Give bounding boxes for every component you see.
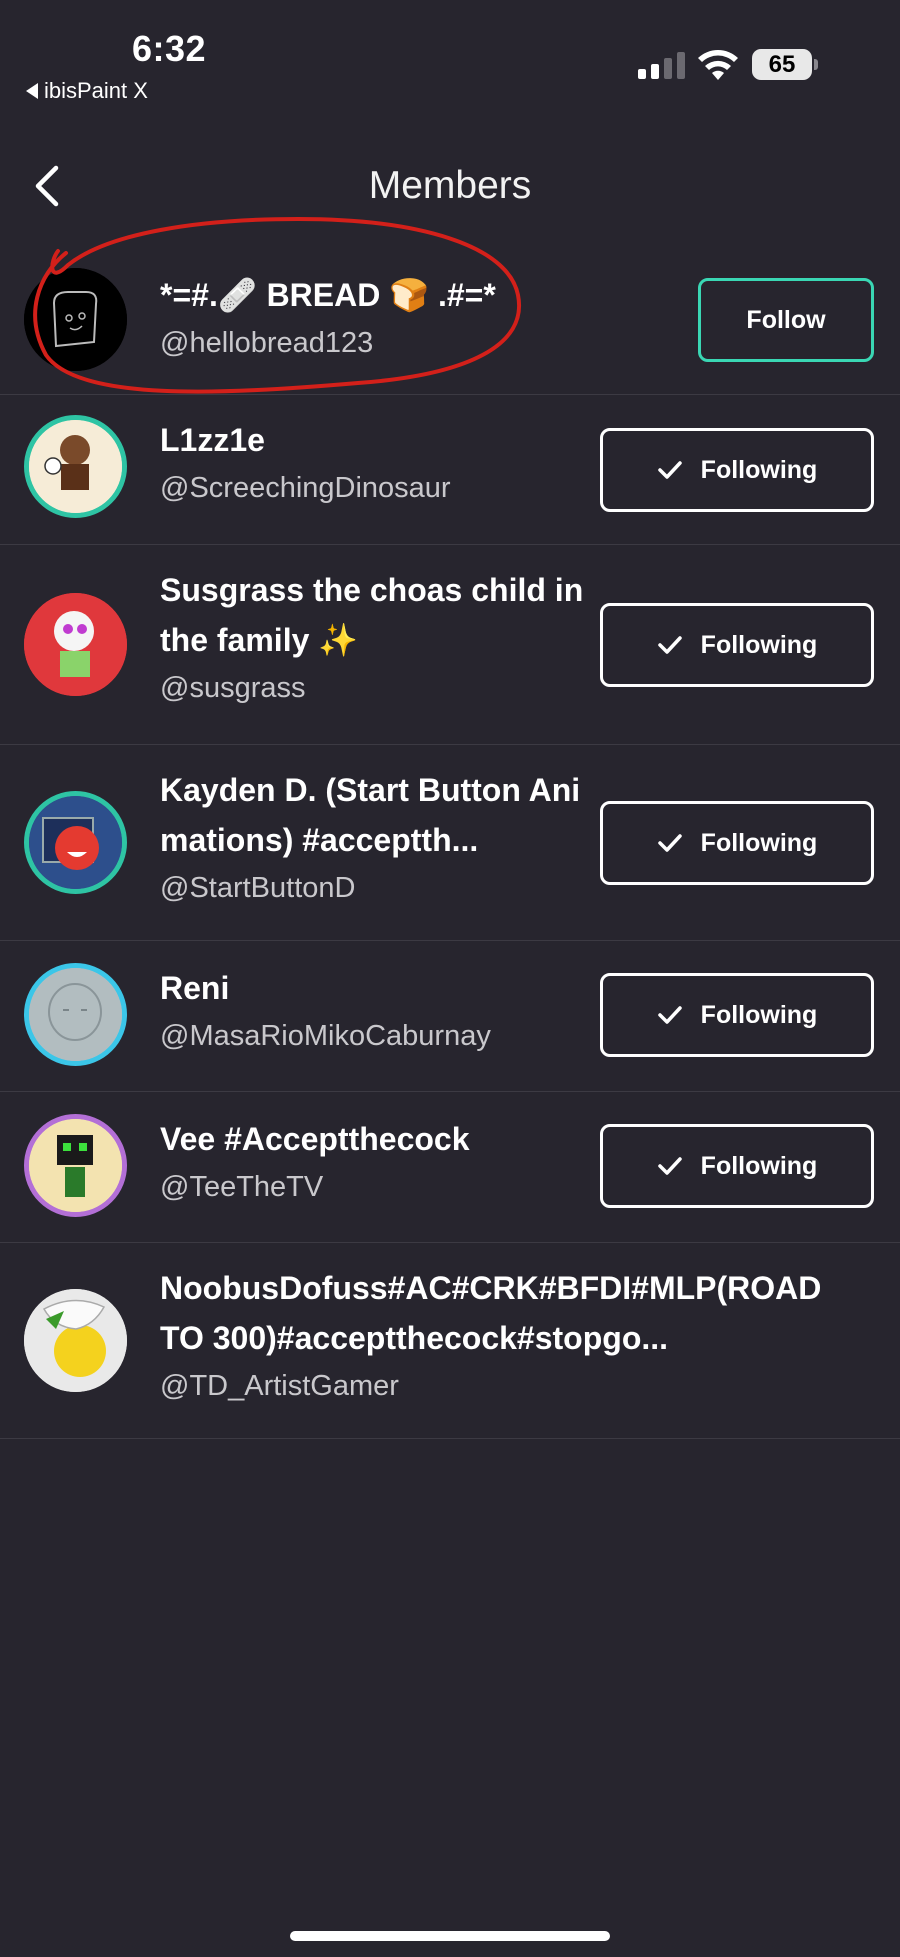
back-to-app-link[interactable]: ibisPaint X [26, 78, 148, 104]
list-item[interactable]: Reni @MasaRioMikoCaburnay Following [0, 941, 900, 1092]
member-name: *=#.🩹 BREAD 🍞 .#=* [160, 277, 496, 313]
avatar [24, 415, 127, 518]
member-handle: @susgrass [160, 672, 306, 704]
member-name: NoobusDofuss#AC#CRK#BFDI#MLP(ROAD TO 300… [160, 1270, 822, 1356]
list-item[interactable]: Susgrass the choas child in the family ✨… [0, 545, 900, 745]
checkmark-icon [657, 461, 682, 479]
member-handle: @TD_ArtistGamer [160, 1370, 399, 1402]
member-info: L1zz1e @ScreechingDinosaur [160, 415, 600, 509]
wifi-icon [698, 50, 738, 80]
list-item[interactable]: *=#.🩹 BREAD 🍞 .#=* @hellobread123 Follow [0, 245, 900, 395]
avatar [24, 1289, 127, 1392]
back-triangle-icon [26, 83, 38, 99]
status-time: 6:32 [132, 28, 207, 69]
following-button-label: Following [700, 828, 818, 857]
member-info: NoobusDofuss#AC#CRK#BFDI#MLP(ROAD TO 300… [160, 1263, 840, 1407]
following-button-label: Following [700, 1151, 818, 1180]
following-button[interactable]: Following [600, 973, 874, 1057]
list-item[interactable]: Vee #Acceptthecock @TeeTheTV Following [0, 1092, 900, 1243]
member-handle: @hellobread123 [160, 327, 374, 359]
list-item[interactable]: L1zz1e @ScreechingDinosaur Following [0, 395, 900, 545]
checkmark-icon [657, 1006, 682, 1024]
following-button-label: Following [700, 455, 818, 484]
member-handle: @StartButtonD [160, 872, 356, 904]
following-button-label: Following [700, 1000, 818, 1029]
checkmark-icon [657, 1157, 682, 1175]
member-name: L1zz1e [160, 422, 265, 458]
checkmark-icon [657, 636, 682, 654]
avatar [24, 268, 127, 371]
follow-button[interactable]: Follow [698, 278, 874, 362]
avatar [24, 791, 127, 894]
avatar [24, 593, 127, 696]
member-handle: @ScreechingDinosaur [160, 472, 451, 504]
following-button[interactable]: Following [600, 428, 874, 512]
battery-level: 65 [768, 50, 796, 78]
list-item[interactable]: Kayden D. (Start Button Animations) #acc… [0, 745, 900, 941]
page-title: Members [368, 164, 532, 207]
member-info: Reni @MasaRioMikoCaburnay [160, 963, 600, 1057]
following-button[interactable]: Following [600, 1124, 874, 1208]
follow-button-label: Follow [746, 305, 826, 334]
member-name: Kayden D. (Start Button Animations) #acc… [160, 772, 581, 858]
member-handle: @MasaRioMikoCaburnay [160, 1020, 491, 1052]
member-info: Kayden D. (Start Button Animations) #acc… [160, 765, 600, 909]
list-item[interactable]: NoobusDofuss#AC#CRK#BFDI#MLP(ROAD TO 300… [0, 1243, 900, 1439]
following-button[interactable]: Following [600, 603, 874, 687]
checkmark-icon [657, 834, 682, 852]
member-name: Vee #Acceptthecock [160, 1121, 470, 1157]
avatar [24, 1114, 127, 1217]
home-indicator [290, 1931, 610, 1941]
member-name: Susgrass the choas child in the family ✨ [160, 572, 584, 658]
back-app-label: ibisPaint X [44, 78, 148, 103]
member-list: *=#.🩹 BREAD 🍞 .#=* @hellobread123 Follow… [0, 245, 900, 1439]
avatar [24, 963, 127, 1066]
member-info: Susgrass the choas child in the family ✨… [160, 565, 600, 709]
member-handle: @TeeTheTV [160, 1171, 324, 1203]
member-info: *=#.🩹 BREAD 🍞 .#=* @hellobread123 [160, 270, 600, 364]
battery-icon: 65 [752, 49, 818, 80]
following-button-label: Following [700, 630, 818, 659]
following-button[interactable]: Following [600, 801, 874, 885]
members-screen: 6:32 ibisPaint X 65 Members *=#.🩹 BREAD … [0, 0, 900, 1957]
cellular-signal-icon [638, 52, 685, 79]
member-name: Reni [160, 970, 230, 1006]
member-info: Vee #Acceptthecock @TeeTheTV [160, 1114, 600, 1208]
